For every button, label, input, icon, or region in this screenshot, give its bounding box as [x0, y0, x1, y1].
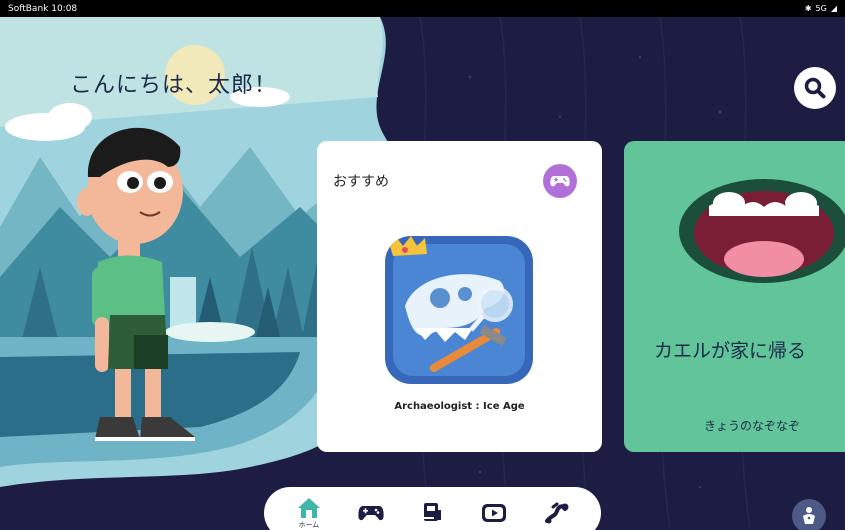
app-name: Archaeologist : Ice Age — [394, 401, 525, 412]
bluetooth-icon: ✱ — [804, 4, 812, 13]
gamepad-icon — [358, 506, 384, 521]
status-bar: SoftBank 10:08 ✱ 5G ◢ — [0, 0, 845, 17]
nav-creative[interactable] — [534, 501, 578, 525]
nav-books[interactable] — [410, 502, 454, 524]
riddle-subtitle: きょうのなぞなぞ — [704, 419, 801, 433]
child-profile-icon — [803, 507, 815, 524]
riddle-title: カエルが家に帰る — [654, 340, 807, 362]
gamepad-icon — [550, 176, 570, 187]
search-button[interactable] — [794, 67, 836, 109]
nav-videos[interactable] — [472, 502, 516, 524]
app-icon-archaeologist[interactable] — [385, 236, 533, 384]
book-icon — [424, 503, 442, 521]
nav-home-label: ホーム — [298, 520, 320, 529]
network-label: 5G — [815, 4, 827, 13]
bottom-nav: ホーム — [264, 487, 601, 530]
nav-home[interactable]: ホーム — [287, 497, 331, 530]
creative-icon — [545, 502, 569, 524]
nav-games[interactable] — [349, 503, 393, 523]
carrier-time: SoftBank 10:08 — [8, 3, 78, 14]
recommend-card[interactable]: おすすめ Archaeologist: Ice Age — [317, 141, 602, 452]
greeting-text: こんにちは、太郎！ — [70, 73, 278, 98]
home-scene: こんにちは、太郎！ おすすめ Archaeologist: Ice Age カ… — [0, 17, 845, 530]
status-indicators: ✱ 5G ◢ — [805, 4, 837, 13]
video-icon — [482, 504, 507, 522]
recommend-title: おすすめ — [333, 174, 389, 190]
search-icon — [804, 77, 826, 99]
frog-mouth-illustration — [679, 179, 845, 283]
game-badge — [543, 164, 577, 198]
home-icon — [297, 497, 320, 518]
riddle-card[interactable]: カエルが家に帰る きょうのなぞなぞ — [624, 141, 845, 452]
profile-button[interactable] — [792, 499, 826, 530]
signal-icon: ◢ — [830, 4, 837, 13]
